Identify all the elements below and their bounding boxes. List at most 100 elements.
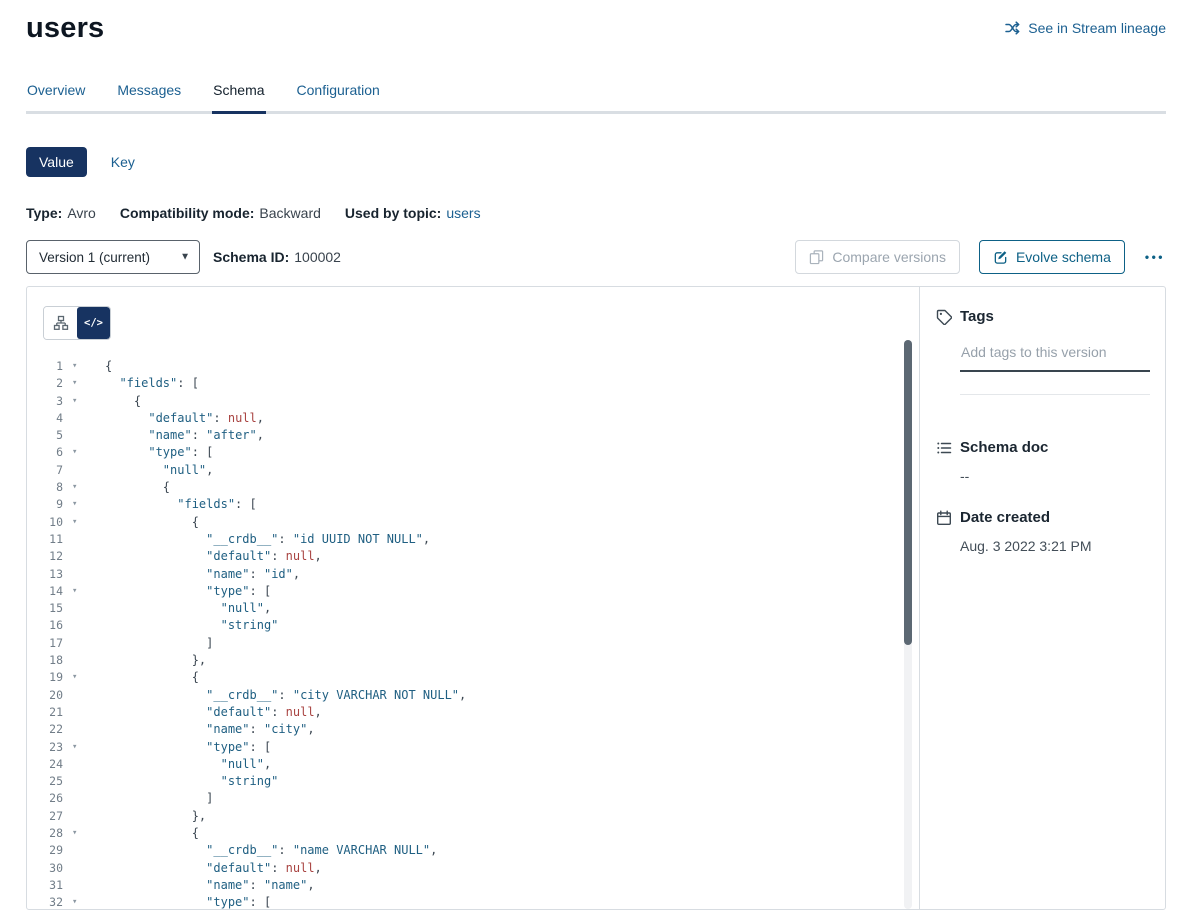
- line-number: 6: [27, 444, 63, 461]
- code-line: 2▾ "fields": [: [27, 375, 919, 392]
- schema-id-label: Schema ID:: [213, 249, 289, 265]
- line-number: 8: [27, 479, 63, 496]
- used-by-topic-group: Used by topic: users: [345, 205, 481, 221]
- line-number: 10: [27, 514, 63, 531]
- line-number: 17: [27, 635, 63, 652]
- type-value: Avro: [67, 205, 96, 221]
- value-toggle-button[interactable]: Value: [26, 147, 87, 177]
- code-line: 6▾ "type": [: [27, 444, 919, 461]
- code-text: "name": "id",: [105, 566, 300, 583]
- fold-caret-icon[interactable]: ▾: [63, 514, 105, 531]
- fold-caret-icon[interactable]: ▾: [63, 894, 105, 909]
- compare-versions-label: Compare versions: [832, 249, 946, 265]
- code-text: },: [105, 808, 206, 825]
- code-lines: 1▾{2▾ "fields": [3▾ {4 "default": null,5…: [27, 358, 919, 909]
- code-text: {: [105, 393, 141, 410]
- line-number: 7: [27, 462, 63, 479]
- page-header: users See in Stream lineage: [26, 0, 1166, 46]
- code-view-button[interactable]: </>: [77, 307, 110, 339]
- compatibility-label: Compatibility mode:: [120, 205, 255, 221]
- fold-caret-icon[interactable]: ▾: [63, 825, 105, 842]
- fold-spacer: [63, 808, 105, 825]
- compare-versions-button[interactable]: Compare versions: [795, 240, 960, 274]
- value-key-toggle: Value Key: [26, 147, 1166, 177]
- line-number: 27: [27, 808, 63, 825]
- code-text: "type": [: [105, 894, 271, 909]
- code-line: 17 ]: [27, 635, 919, 652]
- code-line: 19▾ {: [27, 669, 919, 686]
- code-line: 5 "name": "after",: [27, 427, 919, 444]
- line-number: 32: [27, 894, 63, 909]
- fold-caret-icon[interactable]: ▾: [63, 583, 105, 600]
- code-line: 23▾ "type": [: [27, 739, 919, 756]
- more-actions-button[interactable]: •••: [1144, 250, 1166, 264]
- code-line: 1▾{: [27, 358, 919, 375]
- line-number: 21: [27, 704, 63, 721]
- fold-spacer: [63, 548, 105, 565]
- tab-schema[interactable]: Schema: [212, 74, 265, 111]
- scrollbar-thumb[interactable]: [904, 340, 912, 645]
- fold-spacer: [63, 773, 105, 790]
- schema-doc-header: Schema doc: [936, 439, 1149, 456]
- code-text: {: [105, 825, 199, 842]
- fold-caret-icon[interactable]: ▾: [63, 393, 105, 410]
- fold-spacer: [63, 566, 105, 583]
- evolve-schema-label: Evolve schema: [1016, 249, 1111, 265]
- line-number: 31: [27, 877, 63, 894]
- code-line: 3▾ {: [27, 393, 919, 410]
- code-line: 14▾ "type": [: [27, 583, 919, 600]
- tags-title: Tags: [960, 308, 994, 325]
- line-number: 1: [27, 358, 63, 375]
- code-line: 16 "string": [27, 617, 919, 634]
- fold-caret-icon[interactable]: ▾: [63, 479, 105, 496]
- fold-caret-icon[interactable]: ▾: [63, 444, 105, 461]
- edit-icon: [993, 249, 1008, 265]
- code-line: 24 "null",: [27, 756, 919, 773]
- compatibility-group: Compatibility mode:Backward: [120, 205, 321, 221]
- fold-caret-icon[interactable]: ▾: [63, 739, 105, 756]
- type-label: Type:: [26, 205, 62, 221]
- used-by-topic-label: Used by topic:: [345, 205, 441, 221]
- fold-caret-icon[interactable]: ▾: [63, 375, 105, 392]
- code-line: 4 "default": null,: [27, 410, 919, 427]
- fold-spacer: [63, 687, 105, 704]
- topic-link[interactable]: users: [446, 205, 480, 221]
- date-created-section: Date created Aug. 3 2022 3:21 PM: [936, 509, 1149, 554]
- code-view-icon: </>: [84, 317, 103, 329]
- tags-divider: [960, 394, 1150, 395]
- add-tags-input[interactable]: [960, 342, 1150, 372]
- tree-view-button[interactable]: [44, 307, 77, 339]
- line-number: 13: [27, 566, 63, 583]
- date-created-title: Date created: [960, 509, 1050, 526]
- calendar-icon: [936, 510, 952, 526]
- code-line: 13 "name": "id",: [27, 566, 919, 583]
- schema-panel: </> 1▾{2▾ "fields": [3▾ {4 "default": nu…: [26, 286, 1166, 910]
- key-toggle-button[interactable]: Key: [109, 147, 137, 177]
- line-number: 24: [27, 756, 63, 773]
- line-number: 25: [27, 773, 63, 790]
- code-line: 29 "__crdb__": "name VARCHAR NULL",: [27, 842, 919, 859]
- stream-lineage-link[interactable]: See in Stream lineage: [1004, 20, 1166, 36]
- evolve-schema-button[interactable]: Evolve schema: [979, 240, 1125, 274]
- schema-id-value: 100002: [294, 249, 341, 265]
- schema-code-column: </> 1▾{2▾ "fields": [3▾ {4 "default": nu…: [27, 287, 919, 909]
- line-number: 18: [27, 652, 63, 669]
- line-number: 5: [27, 427, 63, 444]
- fold-caret-icon[interactable]: ▾: [63, 496, 105, 513]
- tab-configuration[interactable]: Configuration: [296, 74, 381, 111]
- code-line: 22 "name": "city",: [27, 721, 919, 738]
- code-text: "type": [: [105, 739, 271, 756]
- fold-spacer: [63, 652, 105, 669]
- version-select-wrap: Version 1 (current) ▼: [26, 240, 200, 274]
- code-text: "__crdb__": "id UUID NOT NULL",: [105, 531, 430, 548]
- code-line: 26 ]: [27, 790, 919, 807]
- fold-spacer: [63, 756, 105, 773]
- code-line: 28▾ {: [27, 825, 919, 842]
- version-select[interactable]: Version 1 (current): [26, 240, 200, 274]
- tab-messages[interactable]: Messages: [116, 74, 182, 111]
- date-created-header: Date created: [936, 509, 1149, 526]
- fold-caret-icon[interactable]: ▾: [63, 358, 105, 375]
- tab-overview[interactable]: Overview: [26, 74, 86, 111]
- fold-caret-icon[interactable]: ▾: [63, 669, 105, 686]
- date-created-value: Aug. 3 2022 3:21 PM: [960, 538, 1149, 554]
